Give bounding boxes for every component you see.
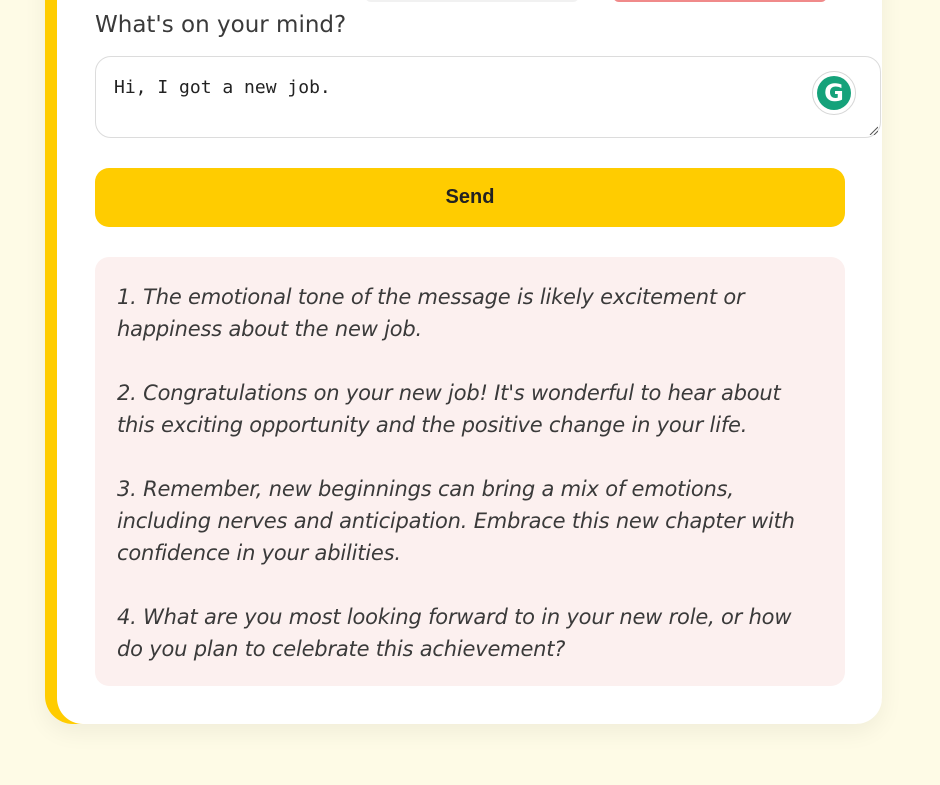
response-item: 1. The emotional tone of the message is …	[117, 285, 745, 341]
top-tab-right[interactable]	[613, 0, 827, 2]
send-button[interactable]: Send	[95, 168, 845, 227]
chat-card: What's on your mind? Hi, I got a new job…	[57, 0, 882, 724]
message-input-value[interactable]: Hi, I got a new job.	[114, 77, 331, 98]
response-panel: 1. The emotional tone of the message is …	[95, 257, 845, 686]
grammarly-icon[interactable]: G	[812, 71, 856, 115]
top-tab-left[interactable]	[365, 0, 579, 2]
resize-handle-icon[interactable]	[868, 125, 878, 135]
grammarly-g-icon: G	[817, 76, 851, 110]
prompt-label: What's on your mind?	[95, 12, 347, 38]
message-input[interactable]: Hi, I got a new job. G	[95, 56, 881, 138]
response-item: 4. What are you most looking forward to …	[117, 605, 792, 661]
response-item: 2. Congratulations on your new job! It's…	[117, 381, 781, 437]
response-item: 3. Remember, new beginnings can bring a …	[117, 477, 795, 565]
card-accent-border: What's on your mind? Hi, I got a new job…	[45, 0, 882, 724]
